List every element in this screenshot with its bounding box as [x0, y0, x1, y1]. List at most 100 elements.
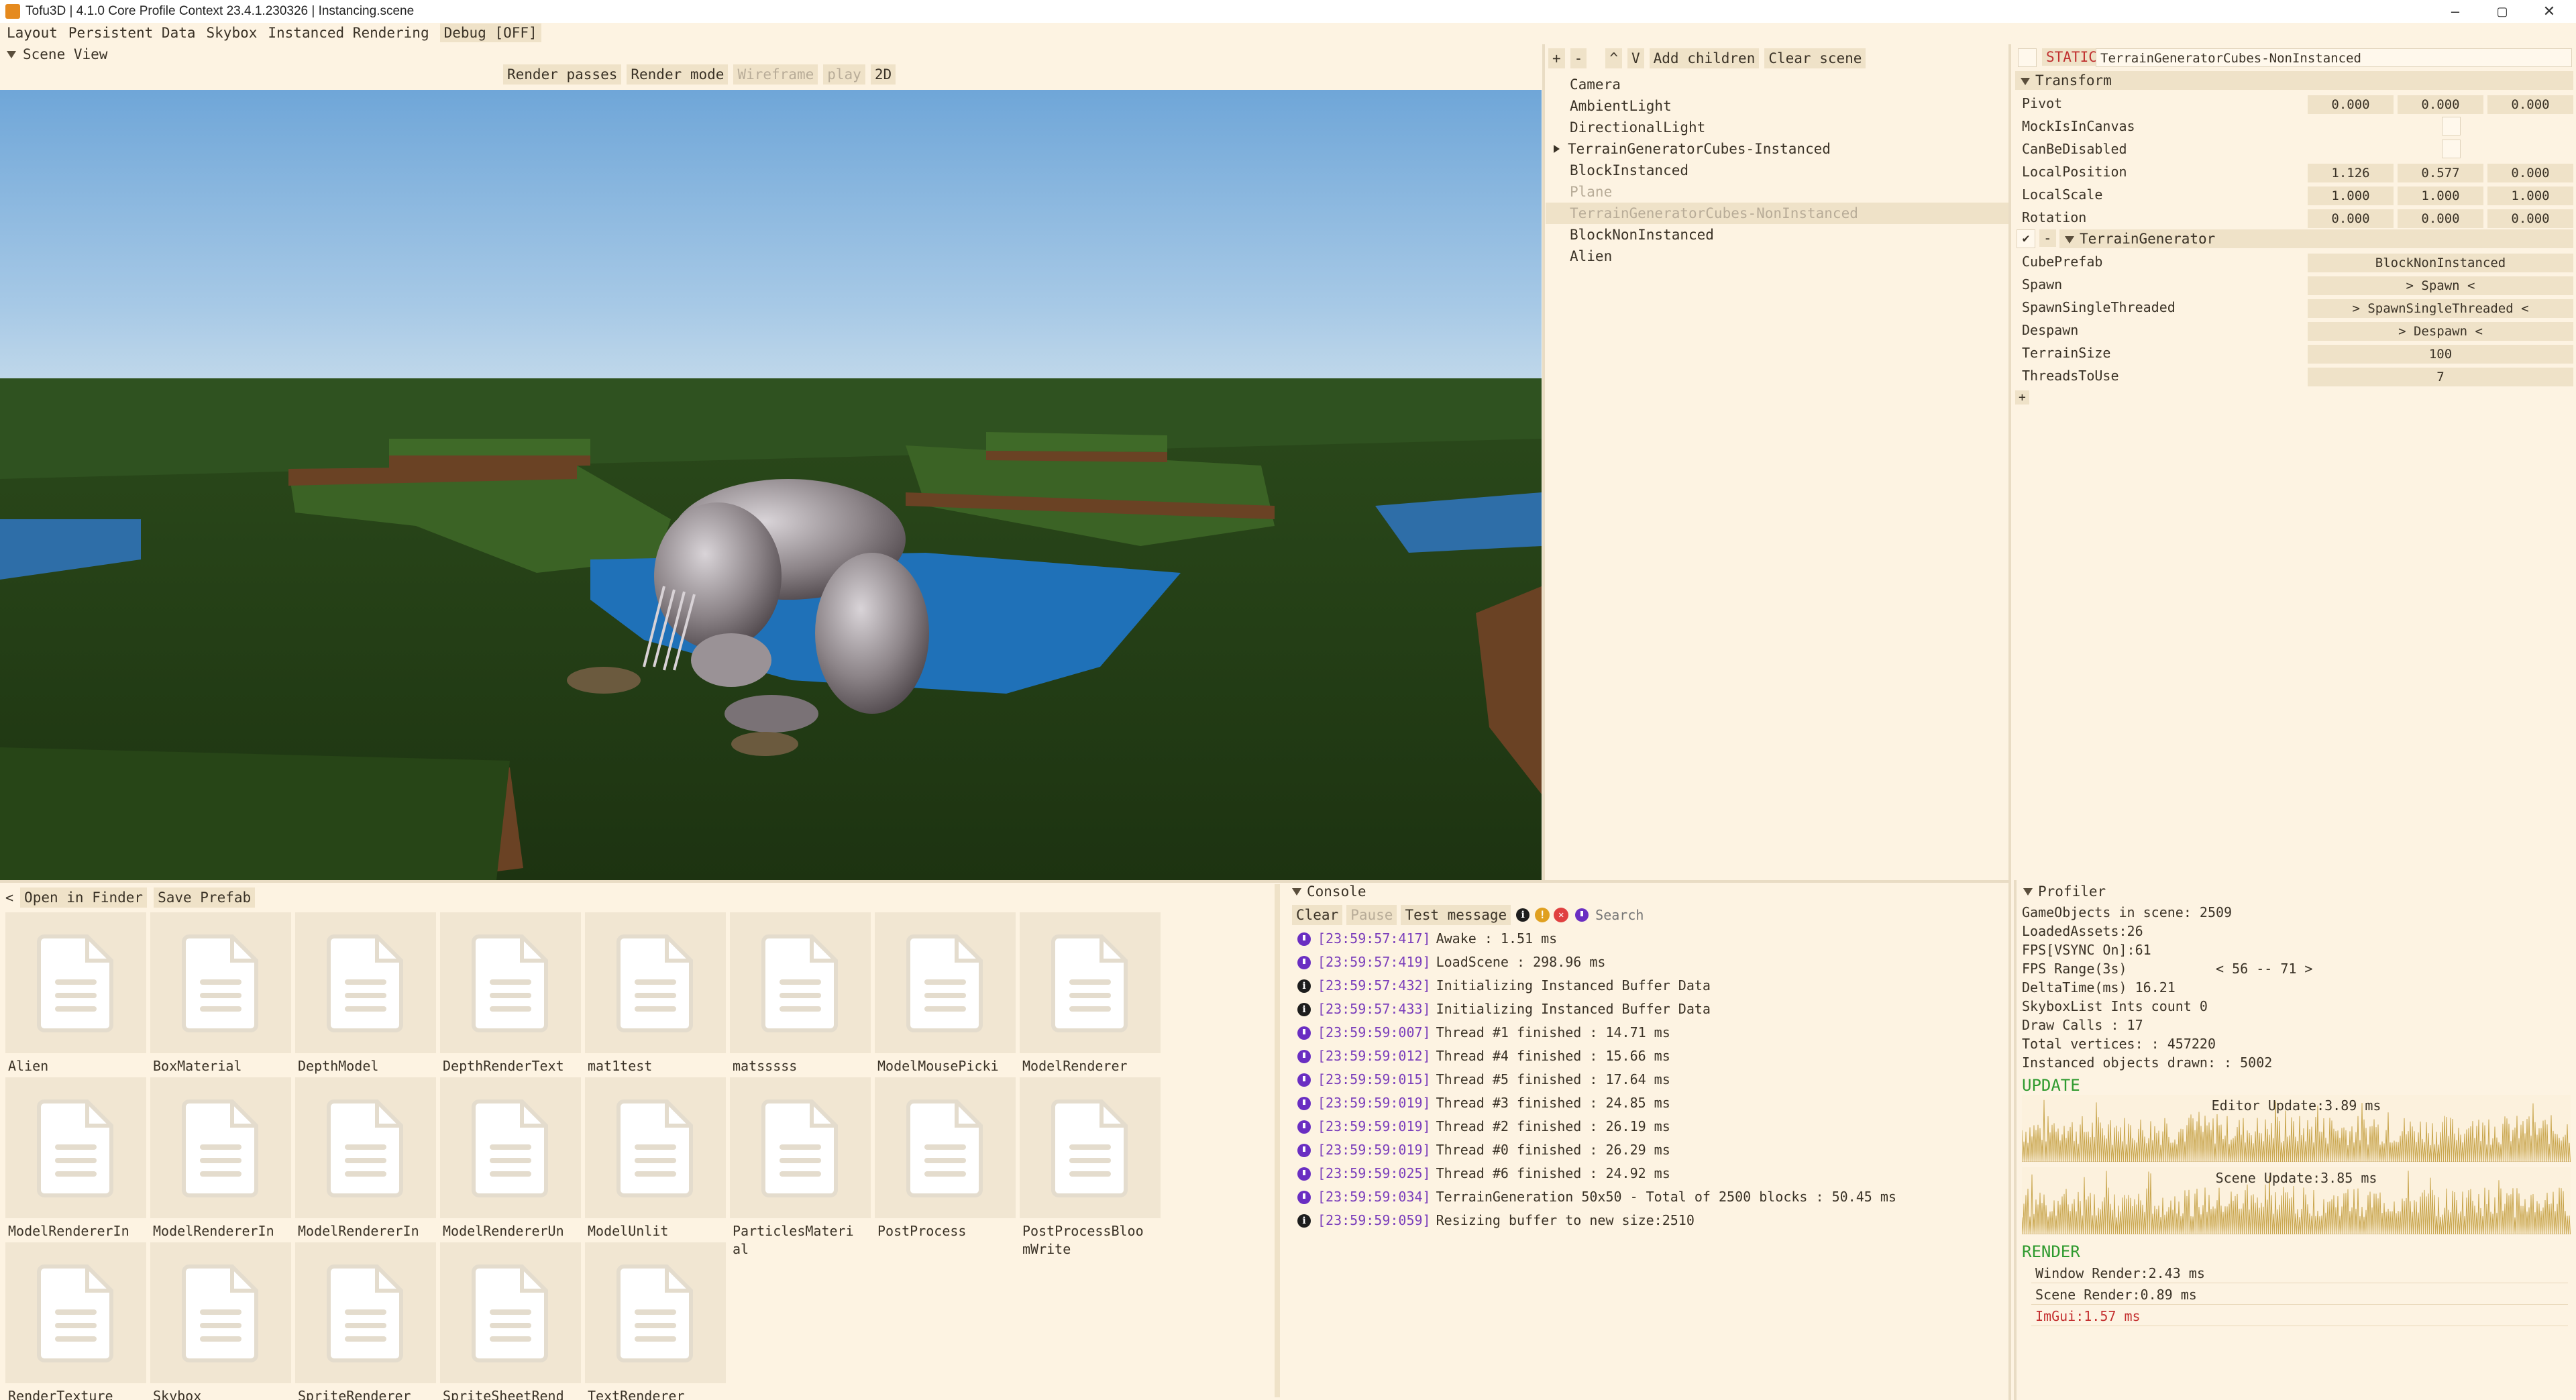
menu-skybox[interactable]: Skybox [207, 25, 258, 41]
panel-divider[interactable] [2014, 880, 2017, 1400]
asset-item[interactable]: RenderTexture [5, 1242, 146, 1400]
console-log-row[interactable]: [23:59:59:025] Thread #6 finished : 24.92… [1287, 1162, 2014, 1185]
asset-thumbnail[interactable] [730, 1077, 871, 1218]
console-log-row[interactable]: [23:59:59:007] Thread #1 finished : 14.71… [1287, 1021, 2014, 1044]
back-button[interactable]: < [5, 890, 13, 906]
local-scale-x[interactable]: 1.000 [2308, 186, 2394, 205]
asset-thumbnail[interactable] [295, 1077, 436, 1218]
asset-item[interactable]: Alien [5, 912, 146, 1075]
asset-thumbnail[interactable] [5, 1077, 146, 1218]
console-pause-button[interactable]: Pause [1346, 905, 1397, 925]
collapse-arrow-icon[interactable] [7, 50, 16, 58]
asset-thumbnail[interactable] [150, 1242, 291, 1383]
hierarchy-item-ambient-light[interactable]: AmbientLight [1546, 95, 2008, 117]
clear-scene-button[interactable]: Clear scene [1764, 48, 1866, 68]
asset-item[interactable]: BoxMaterial [150, 912, 291, 1075]
asset-item[interactable]: Skybox [150, 1242, 291, 1400]
menu-layout[interactable]: Layout [7, 25, 58, 41]
maximize-button[interactable]: ▢ [2475, 0, 2529, 23]
console-log-row[interactable]: [23:59:59:034] TerrainGeneration 50x50 - … [1287, 1185, 2014, 1209]
asset-item[interactable]: DepthRenderTexture [440, 912, 581, 1093]
local-scale-y[interactable]: 1.000 [2398, 186, 2483, 205]
add-component-button[interactable]: + [2015, 390, 2029, 405]
asset-item[interactable]: SpriteSheetRenderer [440, 1242, 581, 1400]
asset-item[interactable]: SpriteRenderer [295, 1242, 436, 1400]
console-search-input[interactable] [1595, 905, 2007, 925]
transform-header[interactable]: Transform [2015, 71, 2573, 90]
console-log-row[interactable]: [23:59:59:019] Thread #2 finished : 26.19… [1287, 1115, 2014, 1138]
asset-thumbnail[interactable] [5, 1242, 146, 1383]
asset-thumbnail[interactable] [585, 912, 726, 1053]
filter-error-icon[interactable]: ✕ [1554, 908, 1569, 922]
asset-thumbnail[interactable] [440, 1077, 581, 1218]
asset-thumbnail[interactable] [585, 1242, 726, 1383]
pivot-z[interactable]: 0.000 [2487, 95, 2573, 114]
rotation-y[interactable]: 0.000 [2398, 209, 2483, 228]
asset-scrollbar[interactable] [1275, 884, 1280, 1397]
menu-persistent-data[interactable]: Persistent Data [68, 25, 196, 41]
console-log-row[interactable]: [23:59:57:417] Awake : 1.51 ms [1287, 927, 2014, 951]
console-log-row[interactable]: [23:59:59:012] Thread #4 finished : 15.66… [1287, 1044, 2014, 1068]
pivot-y[interactable]: 0.000 [2398, 95, 2483, 114]
open-in-finder-button[interactable]: Open in Finder [20, 887, 148, 908]
asset-item[interactable]: ParticlesMateri al [730, 1077, 871, 1258]
expand-arrow-icon[interactable] [1554, 145, 1560, 153]
local-position-x[interactable]: 1.126 [2308, 164, 2394, 182]
asset-item[interactable]: ModelRendererUnlit [440, 1077, 581, 1258]
profiler-header[interactable]: Profiler [2018, 880, 2576, 903]
console-log-row[interactable]: [23:59:59:019] Thread #0 finished : 26.29… [1287, 1138, 2014, 1162]
console-log-row[interactable]: [23:59:57:419] LoadScene : 298.96 ms [1287, 951, 2014, 974]
collapse-arrow-icon[interactable] [2065, 236, 2074, 244]
menu-instanced-rendering[interactable]: Instanced Rendering [268, 25, 429, 41]
asset-item[interactable]: ModelUnlit [585, 1077, 726, 1240]
asset-item[interactable]: PostProcessBloo mWrite [1020, 1077, 1161, 1258]
menu-debug[interactable]: Debug [OFF] [439, 23, 541, 42]
rotation-x[interactable]: 0.000 [2308, 209, 2394, 228]
add-object-button[interactable]: + [1548, 48, 1565, 68]
panel-divider[interactable] [1542, 44, 1545, 883]
move-down-button[interactable]: V [1627, 48, 1644, 68]
minimize-button[interactable]: – [2428, 0, 2482, 23]
console-header[interactable]: Console [1287, 880, 2014, 903]
move-up-button[interactable]: ^ [1605, 48, 1622, 68]
asset-thumbnail[interactable] [1020, 1077, 1161, 1218]
cube-prefab-field[interactable]: BlockNonInstanced [2308, 254, 2573, 272]
collapse-arrow-icon[interactable] [1292, 887, 1301, 896]
asset-item[interactable]: ModelRenderer [1020, 912, 1161, 1075]
asset-item[interactable]: DepthModel [295, 912, 436, 1075]
hierarchy-item-camera[interactable]: Camera [1546, 74, 2008, 95]
spawn-single-threaded-button[interactable]: > SpawnSingleThreaded < [2308, 299, 2573, 318]
asset-thumbnail[interactable] [730, 912, 871, 1053]
active-checkbox[interactable] [2018, 48, 2037, 67]
filter-info-icon[interactable]: i [1516, 908, 1530, 922]
close-button[interactable]: ✕ [2522, 0, 2576, 23]
collapse-arrow-icon[interactable] [2023, 887, 2033, 896]
hierarchy-item-plane[interactable]: Plane [1546, 181, 2008, 203]
scene-viewport[interactable] [0, 90, 1542, 880]
filter-warning-icon[interactable]: ! [1535, 908, 1550, 922]
asset-item[interactable]: ModelMousePicking [875, 912, 1016, 1093]
save-prefab-button[interactable]: Save Prefab [154, 887, 256, 908]
add-children-button[interactable]: Add children [1649, 48, 1760, 68]
asset-thumbnail[interactable] [150, 912, 291, 1053]
scene-view-header[interactable]: Scene View [0, 44, 107, 64]
hierarchy-item-alien[interactable]: Alien [1546, 246, 2008, 267]
filter-timer-icon[interactable] [1575, 908, 1589, 922]
despawn-button[interactable]: > Despawn < [2308, 322, 2573, 341]
static-toggle[interactable]: STATIC [2042, 48, 2101, 66]
hierarchy-item-terrain-noninstanced[interactable]: TerrainGeneratorCubes-NonInstanced [1546, 203, 2008, 224]
asset-item[interactable]: ModelRendererInstancedSponza [295, 1077, 436, 1258]
scene-render[interactable] [0, 90, 1542, 880]
pivot-x[interactable]: 0.000 [2308, 95, 2394, 114]
local-position-y[interactable]: 0.577 [2398, 164, 2483, 182]
can-be-disabled-checkbox[interactable] [2442, 140, 2461, 158]
hierarchy-item-terrain-instanced[interactable]: TerrainGeneratorCubes-Instanced [1546, 138, 2008, 160]
asset-thumbnail[interactable] [585, 1077, 726, 1218]
play-button[interactable]: play [823, 64, 865, 85]
hierarchy-item-block-noninstanced[interactable]: BlockNonInstanced [1546, 224, 2008, 246]
render-mode-button[interactable]: Render mode [627, 64, 729, 85]
console-log-row[interactable]: [23:59:59:015] Thread #5 finished : 17.64… [1287, 1068, 2014, 1091]
object-name-input[interactable]: TerrainGeneratorCubes-NonInstanced [2096, 48, 2572, 67]
hierarchy-item-directional-light[interactable]: DirectionalLight [1546, 117, 2008, 138]
asset-item[interactable]: matsssss [730, 912, 871, 1075]
